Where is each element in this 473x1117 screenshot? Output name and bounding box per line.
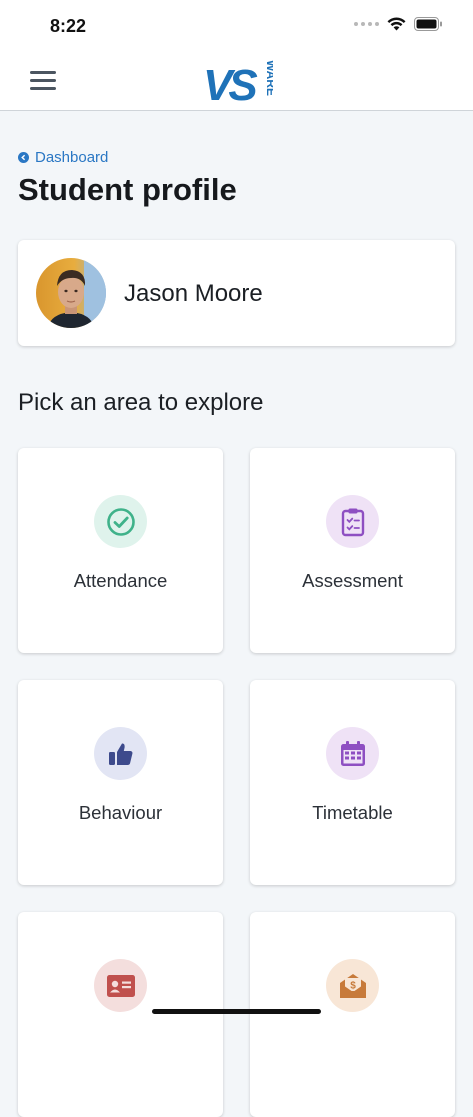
logo-text: VS (203, 61, 257, 106)
app-header: VS WARE (0, 54, 473, 111)
logo-subtext: WARE (264, 60, 273, 96)
tile-assessment[interactable]: Assessment (250, 448, 455, 653)
breadcrumb-dashboard-link[interactable]: Dashboard (18, 149, 108, 166)
tile-label: Assessment (302, 570, 403, 591)
tile-behaviour[interactable]: Behaviour (18, 680, 223, 885)
id-card-icon (94, 959, 147, 1012)
tile-attendance[interactable]: Attendance (18, 448, 223, 653)
vsware-logo: VS WARE (203, 60, 273, 106)
tile-timetable[interactable]: Timetable (250, 680, 455, 885)
tile-id-card[interactable] (18, 912, 223, 1117)
hamburger-menu-icon[interactable] (30, 71, 56, 93)
thumbs-up-icon (94, 727, 147, 780)
cellular-signal-icon (354, 22, 379, 26)
student-profile-card[interactable]: Jason Moore (18, 240, 455, 346)
clipboard-icon (326, 495, 379, 548)
page-title: Student profile (18, 172, 237, 207)
section-heading: Pick an area to explore (18, 389, 264, 416)
tile-label: Behaviour (78, 802, 163, 823)
calendar-icon (326, 727, 379, 780)
status-bar: 8:22 (0, 0, 473, 54)
breadcrumb-label: Dashboard (35, 149, 109, 166)
tile-fees[interactable]: $ (250, 912, 455, 1117)
student-name: Jason Moore (124, 280, 263, 307)
wifi-icon (387, 17, 406, 31)
status-time: 8:22 (50, 16, 87, 36)
svg-text:$: $ (350, 980, 356, 991)
check-circle-icon (94, 495, 147, 548)
status-icons (354, 17, 443, 31)
battery-icon (414, 17, 442, 31)
student-avatar (36, 258, 106, 328)
chevron-left-icon (18, 152, 29, 163)
tile-label: Attendance (73, 570, 168, 591)
money-envelope-icon: $ (326, 959, 379, 1012)
home-indicator[interactable] (152, 1009, 321, 1014)
tile-label: Timetable (312, 802, 393, 823)
